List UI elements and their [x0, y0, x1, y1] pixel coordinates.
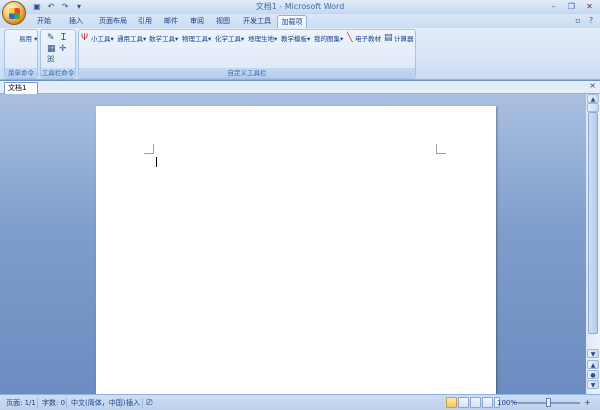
document-page[interactable] [96, 106, 496, 406]
help-icon[interactable]: ? [586, 16, 596, 25]
menu-general-tools[interactable]: 通用工具▾ [117, 34, 146, 44]
language-indicator[interactable]: 中文(简体，中国) [71, 398, 125, 408]
e-textbook-icon: ╲ [347, 33, 353, 43]
menu-teaching-templates[interactable]: 教学模板▾ [281, 34, 310, 44]
outline-view-button[interactable] [482, 397, 493, 408]
window-title: 文档1 - Microsoft Word [255, 2, 345, 11]
tab-review[interactable]: 审阅 [186, 15, 208, 28]
word-count[interactable]: 字数: 0 [42, 398, 65, 408]
status-bar: 页面: 1/1 字数: 0 中文(简体，中国) 插入 ⎚ 100% − + [0, 394, 600, 410]
title-bar: ▣ ↶ ↷ ▾ 文档1 - Microsoft Word – ❐ ✕ [0, 0, 600, 14]
margin-corner-top-right [436, 144, 446, 154]
ribbon-right-controls: ▫ ? [573, 16, 596, 25]
menu-math-tools-label: 数学工具 [149, 35, 175, 43]
menu-physics-tools[interactable]: 物理工具▾ [182, 34, 211, 44]
ribbon: 易用 ▾ 菜单命令⇲ ✎ Ｉ ▦ ✛ ꕤ 工具栏命令⇲ Ψ 小工具▾ 通用工具▾… [0, 28, 600, 87]
ribbon-tab-bar: 开始 插入 页面布局 引用 邮件 审阅 视图 开发工具 加载项 ▫ ? [0, 14, 600, 28]
menu-small-tools-label: 小工具 [91, 35, 111, 43]
document-tab-label: 文档1 [8, 84, 27, 92]
text-caret [156, 157, 157, 167]
group-toolbar-commands: ✎ Ｉ ▦ ✛ ꕤ 工具栏命令⇲ [40, 29, 76, 87]
tab-page-layout[interactable]: 页面布局 [94, 15, 132, 28]
group-menu-commands: 易用 ▾ 菜单命令⇲ [4, 29, 38, 87]
tab-insert[interactable]: 插入 [62, 15, 90, 28]
menu-general-tools-label: 通用工具 [117, 35, 143, 43]
office-button[interactable] [2, 1, 26, 25]
group-label-text: 工具栏命令 [41, 69, 75, 77]
zoom-in-button[interactable]: + [584, 398, 591, 407]
menu-geography-tools[interactable]: 地理生地▾ [248, 34, 277, 44]
ab-icon[interactable]: ꕤ [47, 55, 55, 65]
restore-button[interactable]: ❐ [563, 1, 580, 12]
full-screen-reading-view-button[interactable] [458, 397, 469, 408]
close-document-icon[interactable]: × [589, 81, 596, 90]
select-browse-object-button[interactable]: ● [587, 370, 599, 379]
tab-addins[interactable]: 加载项 [277, 15, 307, 28]
office-logo-icon [9, 8, 20, 19]
menu-small-tools[interactable]: 小工具▾ [91, 34, 114, 44]
text-format-icon[interactable]: Ｉ [59, 33, 68, 43]
menu-physics-tools-label: 物理工具 [182, 35, 208, 43]
ruler-toggle-button[interactable] [587, 103, 599, 112]
web-layout-view-button[interactable] [470, 397, 481, 408]
menu-math-tools[interactable]: 数学工具▾ [149, 34, 178, 44]
print-layout-view-button[interactable] [446, 397, 457, 408]
group-label-text: 菜单命令 [8, 69, 34, 77]
margin-corner-top-left [144, 144, 154, 154]
divider [142, 398, 143, 408]
menu-chemistry-tools[interactable]: 化学工具▾ [215, 34, 244, 44]
vertical-scrollbar[interactable]: ▲ ▼ ▲ ● ▼ [586, 94, 600, 394]
next-page-button[interactable]: ▼ [587, 380, 599, 389]
menu-chemistry-tools-label: 化学工具 [215, 35, 241, 43]
minimize-ribbon-icon[interactable]: ▫ [573, 16, 583, 25]
style-pen-icon[interactable]: ✎ [47, 33, 55, 43]
calculator-button[interactable]: 计算器 [394, 34, 414, 44]
calculator-icon: ▤ [384, 33, 393, 43]
tab-references[interactable]: 引用 [134, 15, 156, 28]
menu-my-gallery-label: 我的图集 [314, 35, 340, 43]
group-custom-toolbars: Ψ 小工具▾ 通用工具▾ 数学工具▾ 物理工具▾ 化学工具▾ 地理生地▾ 教学模… [78, 29, 416, 79]
window-controls: – ❐ ✕ [545, 1, 598, 12]
divider [120, 398, 121, 408]
group-label-toolbar-commands: 工具栏命令⇲ [41, 68, 75, 87]
divider [37, 398, 38, 408]
tab-home[interactable]: 开始 [30, 15, 58, 28]
menu-yiyong-label: 易用 [19, 35, 32, 43]
menu-my-gallery[interactable]: 我的图集▾ [314, 34, 343, 44]
divider [66, 398, 67, 408]
page-count[interactable]: 页面: 1/1 [6, 398, 36, 408]
scroll-down-button[interactable]: ▼ [587, 349, 599, 358]
insert-mode-indicator[interactable]: 插入 [126, 398, 140, 408]
macro-record-icon[interactable]: ⎚ [146, 398, 152, 408]
grid-icon[interactable]: ▦ [47, 44, 56, 54]
plus-align-icon[interactable]: ✛ [59, 44, 67, 54]
scroll-up-button[interactable]: ▲ [587, 94, 599, 103]
menu-yiyong[interactable]: 易用 ▾ [19, 34, 37, 44]
menu-teaching-templates-label: 教学模板 [281, 35, 307, 43]
tab-developer[interactable]: 开发工具 [240, 15, 274, 28]
group-label-menu-commands: 菜单命令⇲ [5, 68, 37, 87]
gadget-icon: Ψ [81, 33, 89, 43]
tab-mailings[interactable]: 邮件 [160, 15, 182, 28]
e-textbook-button[interactable]: 电子教材 [355, 34, 381, 44]
previous-page-button[interactable]: ▲ [587, 360, 599, 369]
scroll-thumb[interactable] [588, 112, 598, 334]
document-tab[interactable]: 文档1 [4, 82, 38, 94]
tab-view[interactable]: 视图 [212, 15, 234, 28]
document-tab-bar: 文档1 × [0, 81, 600, 94]
document-workspace [0, 94, 586, 406]
minimize-button[interactable]: – [545, 1, 562, 12]
menu-geography-tools-label: 地理生地 [248, 35, 274, 43]
zoom-slider-knob[interactable] [546, 398, 551, 407]
group-label-custom-toolbars: 自定义工具栏 [79, 68, 415, 78]
close-button[interactable]: ✕ [581, 1, 598, 12]
